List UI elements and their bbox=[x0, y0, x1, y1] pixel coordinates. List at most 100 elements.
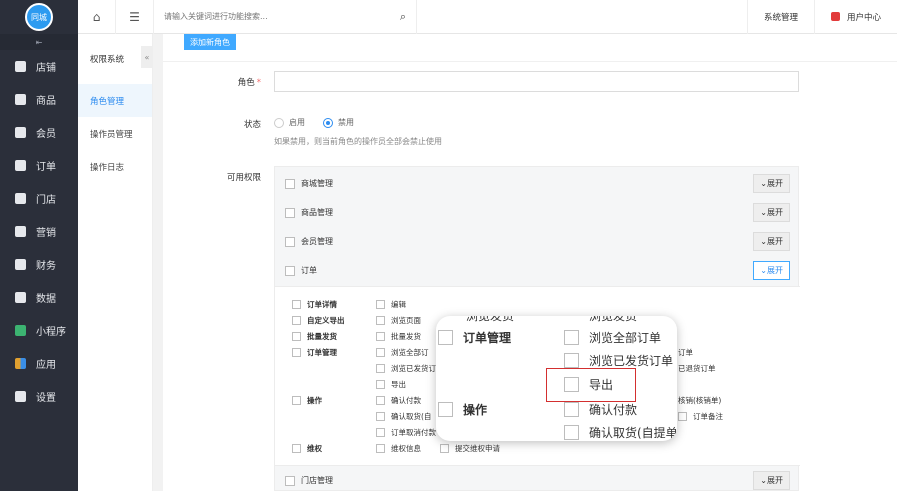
checkbox[interactable] bbox=[285, 475, 295, 486]
sidebar-item-marketing[interactable]: 营销 bbox=[0, 215, 78, 248]
checkbox[interactable] bbox=[564, 353, 579, 368]
perm-export[interactable]: 导出 bbox=[376, 379, 406, 390]
checkbox[interactable] bbox=[292, 316, 301, 325]
sidebar-item-settings[interactable]: 设置 bbox=[0, 380, 78, 413]
expand-button[interactable]: ⌄ 展开 bbox=[753, 471, 790, 490]
perm-rights[interactable]: 维权 bbox=[292, 443, 322, 454]
sidebar-item-label: 店铺 bbox=[36, 63, 56, 74]
zoom-magnifier: 浏览发货 浏览发货 订单管理 浏览全部订单 浏览已发货订单 导出 操作 确认付款… bbox=[436, 316, 677, 441]
zoom-cut-text-right: 浏览发货 bbox=[589, 316, 638, 323]
checkbox[interactable] bbox=[285, 178, 295, 189]
perm-order-cancel-pay[interactable]: 订单取消付款 bbox=[376, 427, 436, 438]
checkbox[interactable] bbox=[376, 316, 385, 325]
zoom-perm-confirm-pay[interactable]: 确认付款 bbox=[564, 401, 637, 418]
subnav-item-operation-log[interactable]: 操作日志 bbox=[78, 150, 152, 183]
sidebar-item-shop[interactable]: 店铺 bbox=[0, 50, 78, 83]
subnav-item-operator-management[interactable]: 操作员管理 bbox=[78, 117, 152, 150]
search-icon[interactable]: ⌕ bbox=[400, 10, 406, 24]
checkbox[interactable] bbox=[292, 396, 301, 405]
add-role-button[interactable]: 添加新角色 bbox=[184, 34, 236, 50]
zoom-perm-operate[interactable]: 操作 bbox=[438, 401, 487, 418]
checkbox[interactable] bbox=[564, 330, 579, 345]
perm-submit-rights[interactable]: 提交维权申请 bbox=[440, 443, 500, 454]
bar-chart-icon bbox=[15, 292, 26, 303]
subnav-item-role-management[interactable]: 角色管理 bbox=[78, 84, 152, 117]
perm-row-mall: 商城管理 ⌄ 展开 bbox=[275, 169, 800, 198]
checkbox[interactable] bbox=[440, 444, 449, 453]
sidebar-item-order[interactable]: 订单 bbox=[0, 149, 78, 182]
perm-order-detail[interactable]: 订单详情 bbox=[292, 299, 337, 310]
sidebar-item-finance[interactable]: 财务 bbox=[0, 248, 78, 281]
role-name-input[interactable] bbox=[274, 71, 799, 92]
shop-icon bbox=[15, 61, 26, 72]
status-disable-radio[interactable]: 禁用 bbox=[323, 117, 354, 128]
required-mark: * bbox=[256, 78, 261, 88]
perm-operate[interactable]: 操作 bbox=[292, 395, 322, 406]
zoom-perm-browse-shipped[interactable]: 浏览已发货订单 bbox=[564, 352, 673, 369]
sidebar-collapse-icon[interactable]: ⇤ bbox=[0, 34, 78, 50]
sidebar-item-store[interactable]: 门店 bbox=[0, 182, 78, 215]
checkbox[interactable] bbox=[376, 332, 385, 341]
user-center-button[interactable]: 用户中心 bbox=[813, 0, 897, 34]
checkbox[interactable] bbox=[376, 364, 385, 373]
checkbox[interactable] bbox=[564, 402, 579, 417]
user-icon bbox=[15, 127, 26, 138]
expand-button[interactable]: ⌄ 展开 bbox=[753, 174, 790, 193]
zoom-perm-browse-all[interactable]: 浏览全部订单 bbox=[564, 329, 661, 346]
home-icon[interactable]: ⌂ bbox=[78, 0, 116, 34]
checkbox[interactable] bbox=[292, 332, 301, 341]
permissions-label: 可用权限 bbox=[226, 173, 261, 183]
store-icon bbox=[15, 193, 26, 204]
checkbox[interactable] bbox=[376, 300, 385, 309]
zoom-perm-confirm-pickup[interactable]: 确认取货(自提单 bbox=[564, 424, 677, 441]
perm-batch-ship-sub[interactable]: 批量发货 bbox=[376, 331, 421, 342]
expand-button[interactable]: ⌄ 展开 bbox=[753, 261, 790, 280]
sub-navigation: 权限系统 « 角色管理 操作员管理 操作日志 bbox=[78, 34, 153, 491]
perm-browse-all-orders[interactable]: 浏览全部订 bbox=[376, 347, 429, 358]
checkbox[interactable] bbox=[285, 265, 295, 276]
perm-order-note[interactable]: 订单备注 bbox=[678, 411, 723, 422]
expand-button[interactable]: ⌄ 展开 bbox=[753, 232, 790, 251]
perm-browse-page[interactable]: 浏览页面 bbox=[376, 315, 421, 326]
zoom-perm-order-management[interactable]: 订单管理 bbox=[438, 329, 511, 346]
perm-batch-ship[interactable]: 批量发货 bbox=[292, 331, 337, 342]
user-center-label: 用户中心 bbox=[846, 12, 881, 23]
checkbox[interactable] bbox=[438, 330, 453, 345]
checkbox[interactable] bbox=[376, 444, 385, 453]
checkbox[interactable] bbox=[376, 380, 385, 389]
perm-edit[interactable]: 编辑 bbox=[376, 299, 406, 310]
perm-custom-export[interactable]: 自定义导出 bbox=[292, 315, 345, 326]
checkbox[interactable] bbox=[376, 348, 385, 357]
checkbox[interactable] bbox=[564, 425, 579, 440]
checkbox[interactable] bbox=[285, 236, 295, 247]
sidebar-item-member[interactable]: 会员 bbox=[0, 116, 78, 149]
expand-button[interactable]: ⌄ 展开 bbox=[753, 203, 790, 222]
checkbox[interactable] bbox=[438, 402, 453, 417]
checkbox[interactable] bbox=[292, 444, 301, 453]
perm-confirm-pickup[interactable]: 确认取货(自 bbox=[376, 411, 431, 422]
sidebar-item-goods[interactable]: 商品 bbox=[0, 83, 78, 116]
checkbox[interactable] bbox=[376, 396, 385, 405]
sidebar-item-miniprogram[interactable]: 小程序 bbox=[0, 314, 78, 347]
sidebar-item-data[interactable]: 数据 bbox=[0, 281, 78, 314]
search-input[interactable] bbox=[164, 12, 384, 21]
perm-order-management[interactable]: 订单管理 bbox=[292, 347, 337, 358]
checkbox[interactable] bbox=[292, 300, 301, 309]
perm-browse-shipped[interactable]: 浏览已发货订 bbox=[376, 363, 436, 374]
system-management-button[interactable]: 系统管理 bbox=[746, 0, 814, 34]
status-enable-radio[interactable]: 启用 bbox=[274, 117, 305, 128]
perm-confirm-pay[interactable]: 确认付款 bbox=[376, 395, 421, 406]
role-label: 角色 * bbox=[237, 78, 261, 88]
checkbox[interactable] bbox=[292, 348, 301, 357]
checkbox[interactable] bbox=[376, 412, 385, 421]
checkbox[interactable] bbox=[678, 412, 687, 421]
subnav-collapse-icon[interactable]: « bbox=[141, 46, 153, 68]
perm-rights-info[interactable]: 维权信息 bbox=[376, 443, 421, 454]
perm-verify: 核销(核销单) bbox=[678, 396, 722, 405]
chevron-down-icon: ⌄ bbox=[760, 179, 767, 188]
checkbox[interactable] bbox=[376, 428, 385, 437]
sidebar-item-apps[interactable]: 应用 bbox=[0, 347, 78, 380]
menu-icon[interactable]: ☰ bbox=[116, 0, 154, 34]
checkbox[interactable] bbox=[285, 207, 295, 218]
perm-right-refund: 已退货订单 bbox=[678, 364, 716, 373]
